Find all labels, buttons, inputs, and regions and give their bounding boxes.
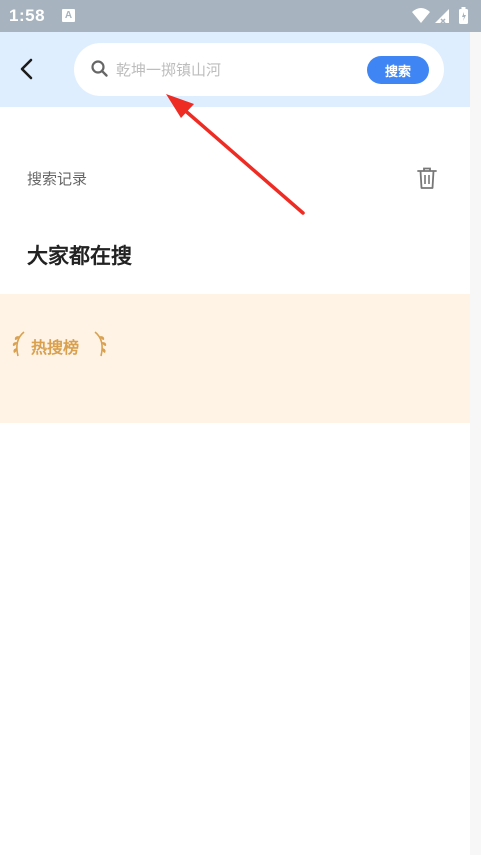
search-button[interactable]: 搜索 [367,56,429,84]
hot-list-label: 热搜榜 [31,338,80,357]
signal-icon [435,9,449,24]
status-icons [411,7,473,25]
annotation-arrow-icon [166,94,305,215]
laurel-left-icon [12,331,25,357]
search-history-label: 搜索记录 [27,170,88,188]
trash-icon[interactable] [416,166,438,190]
wifi-icon [412,8,430,23]
status-time: 1:58 [9,6,46,25]
status-bar: 1:58 A [0,0,481,32]
search-input[interactable] [114,55,358,85]
notification-icon: A [62,9,75,22]
chevron-left-icon [20,58,33,80]
search-header: 搜索 [0,32,481,107]
back-button[interactable] [14,56,40,82]
everyone-searching-title: 大家都在搜 [27,244,132,268]
search-icon [90,59,110,79]
battery-icon [459,7,468,24]
scroll-edge [470,32,481,855]
laurel-right-icon [94,331,107,357]
hot-list-section: 热搜榜 [0,294,470,423]
search-box: 搜索 [74,43,444,96]
